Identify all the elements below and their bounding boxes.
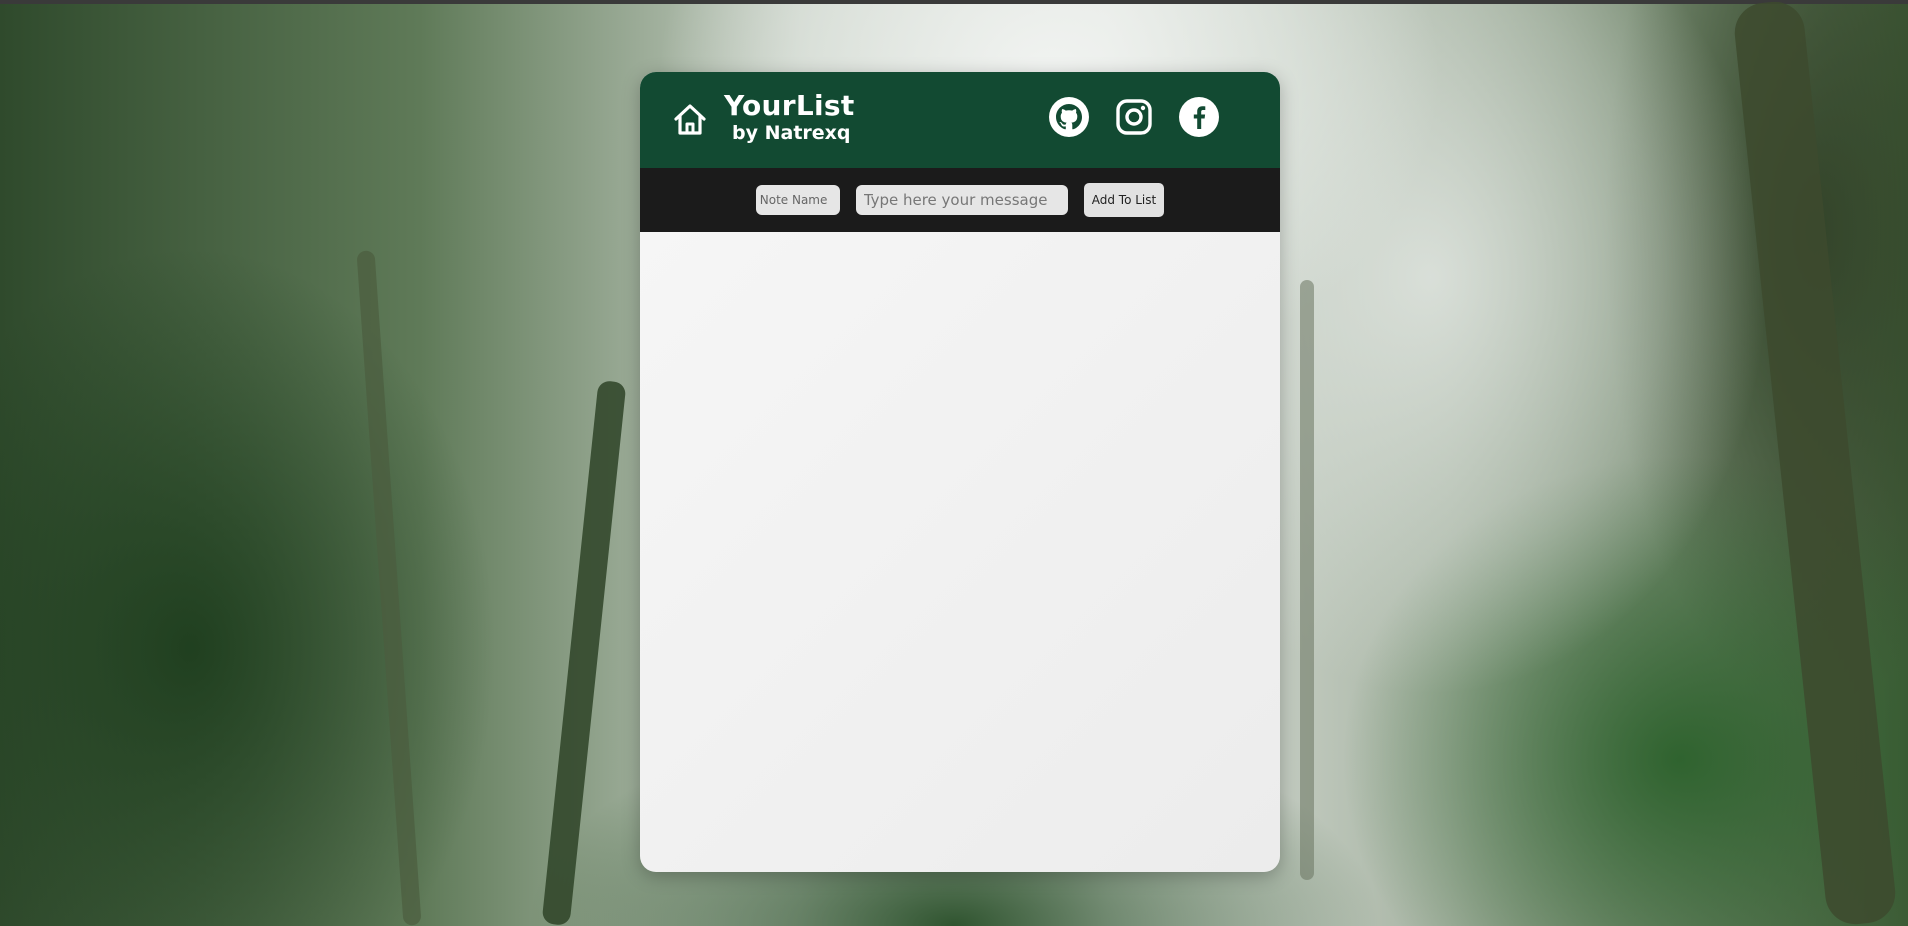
facebook-link[interactable] — [1177, 97, 1221, 141]
app-subtitle: by Natrexq — [732, 122, 851, 144]
forest-tree-right — [1731, 0, 1899, 926]
forest-tree-right-2 — [1300, 280, 1314, 880]
title-block: YourList by Natrexq — [724, 89, 855, 145]
add-to-list-button[interactable]: Add To List — [1083, 183, 1165, 217]
home-button[interactable] — [670, 102, 710, 142]
github-link[interactable] — [1047, 97, 1091, 141]
forest-tree-left — [541, 380, 627, 926]
browser-top-edge — [0, 0, 1908, 4]
home-icon — [672, 102, 708, 142]
github-icon — [1048, 96, 1090, 142]
note-name-input[interactable] — [755, 185, 840, 215]
instagram-link[interactable] — [1112, 97, 1156, 141]
card-header: YourList by Natrexq — [640, 72, 1280, 168]
forest-tree-left-2 — [356, 250, 422, 926]
list-card: YourList by Natrexq Note Name Type here … — [640, 72, 1280, 872]
note-input-bar: Add To List — [640, 168, 1280, 232]
page-background: YourList by Natrexq Note Name Type here … — [0, 0, 1908, 926]
message-input[interactable] — [855, 185, 1068, 215]
app-title: YourList — [724, 89, 855, 122]
notes-list — [640, 232, 1280, 872]
facebook-icon — [1178, 96, 1220, 142]
instagram-icon — [1114, 97, 1154, 141]
